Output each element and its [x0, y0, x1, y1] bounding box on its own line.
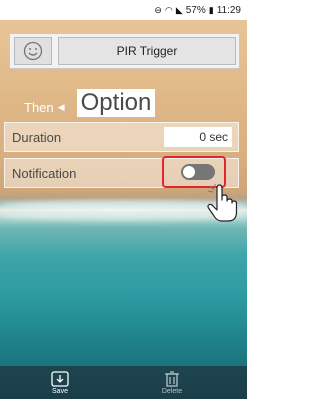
pointing-hand-icon [207, 184, 238, 222]
smiley-button[interactable] [14, 37, 52, 65]
duration-row: Duration 0 sec [4, 122, 239, 152]
option-title: Option [77, 89, 155, 117]
save-label: Save [52, 388, 68, 395]
trigger-header: PIR Trigger [9, 33, 240, 69]
save-button[interactable]: Save [40, 370, 80, 395]
then-label: Then ◀ [24, 100, 65, 115]
battery-percent: 57% [185, 4, 206, 16]
caret-left-icon: ◀ [57, 102, 65, 112]
no-signal-icon: ◣ [175, 4, 183, 15]
minus-circle-icon: ⊖ [154, 4, 162, 15]
trash-icon [165, 371, 179, 387]
bottom-toolbar [0, 366, 247, 399]
smiley-icon [23, 41, 43, 61]
battery-icon: ▮ [208, 4, 214, 15]
trigger-button[interactable]: PIR Trigger [58, 37, 236, 65]
wifi-icon: ◠ [164, 4, 173, 15]
toggle-knob [183, 166, 195, 178]
duration-label: Duration [12, 130, 62, 145]
duration-field[interactable]: 0 sec [164, 127, 232, 147]
delete-button[interactable]: Delete [152, 370, 192, 395]
then-text: Then [24, 100, 54, 115]
download-icon [51, 371, 69, 387]
clock: 11:29 [216, 4, 241, 16]
notification-label: Notification [12, 166, 77, 181]
delete-label: Delete [161, 388, 183, 395]
status-bar: ⊖ ◠ ◣ 57% ▮ 11:29 [0, 0, 247, 20]
